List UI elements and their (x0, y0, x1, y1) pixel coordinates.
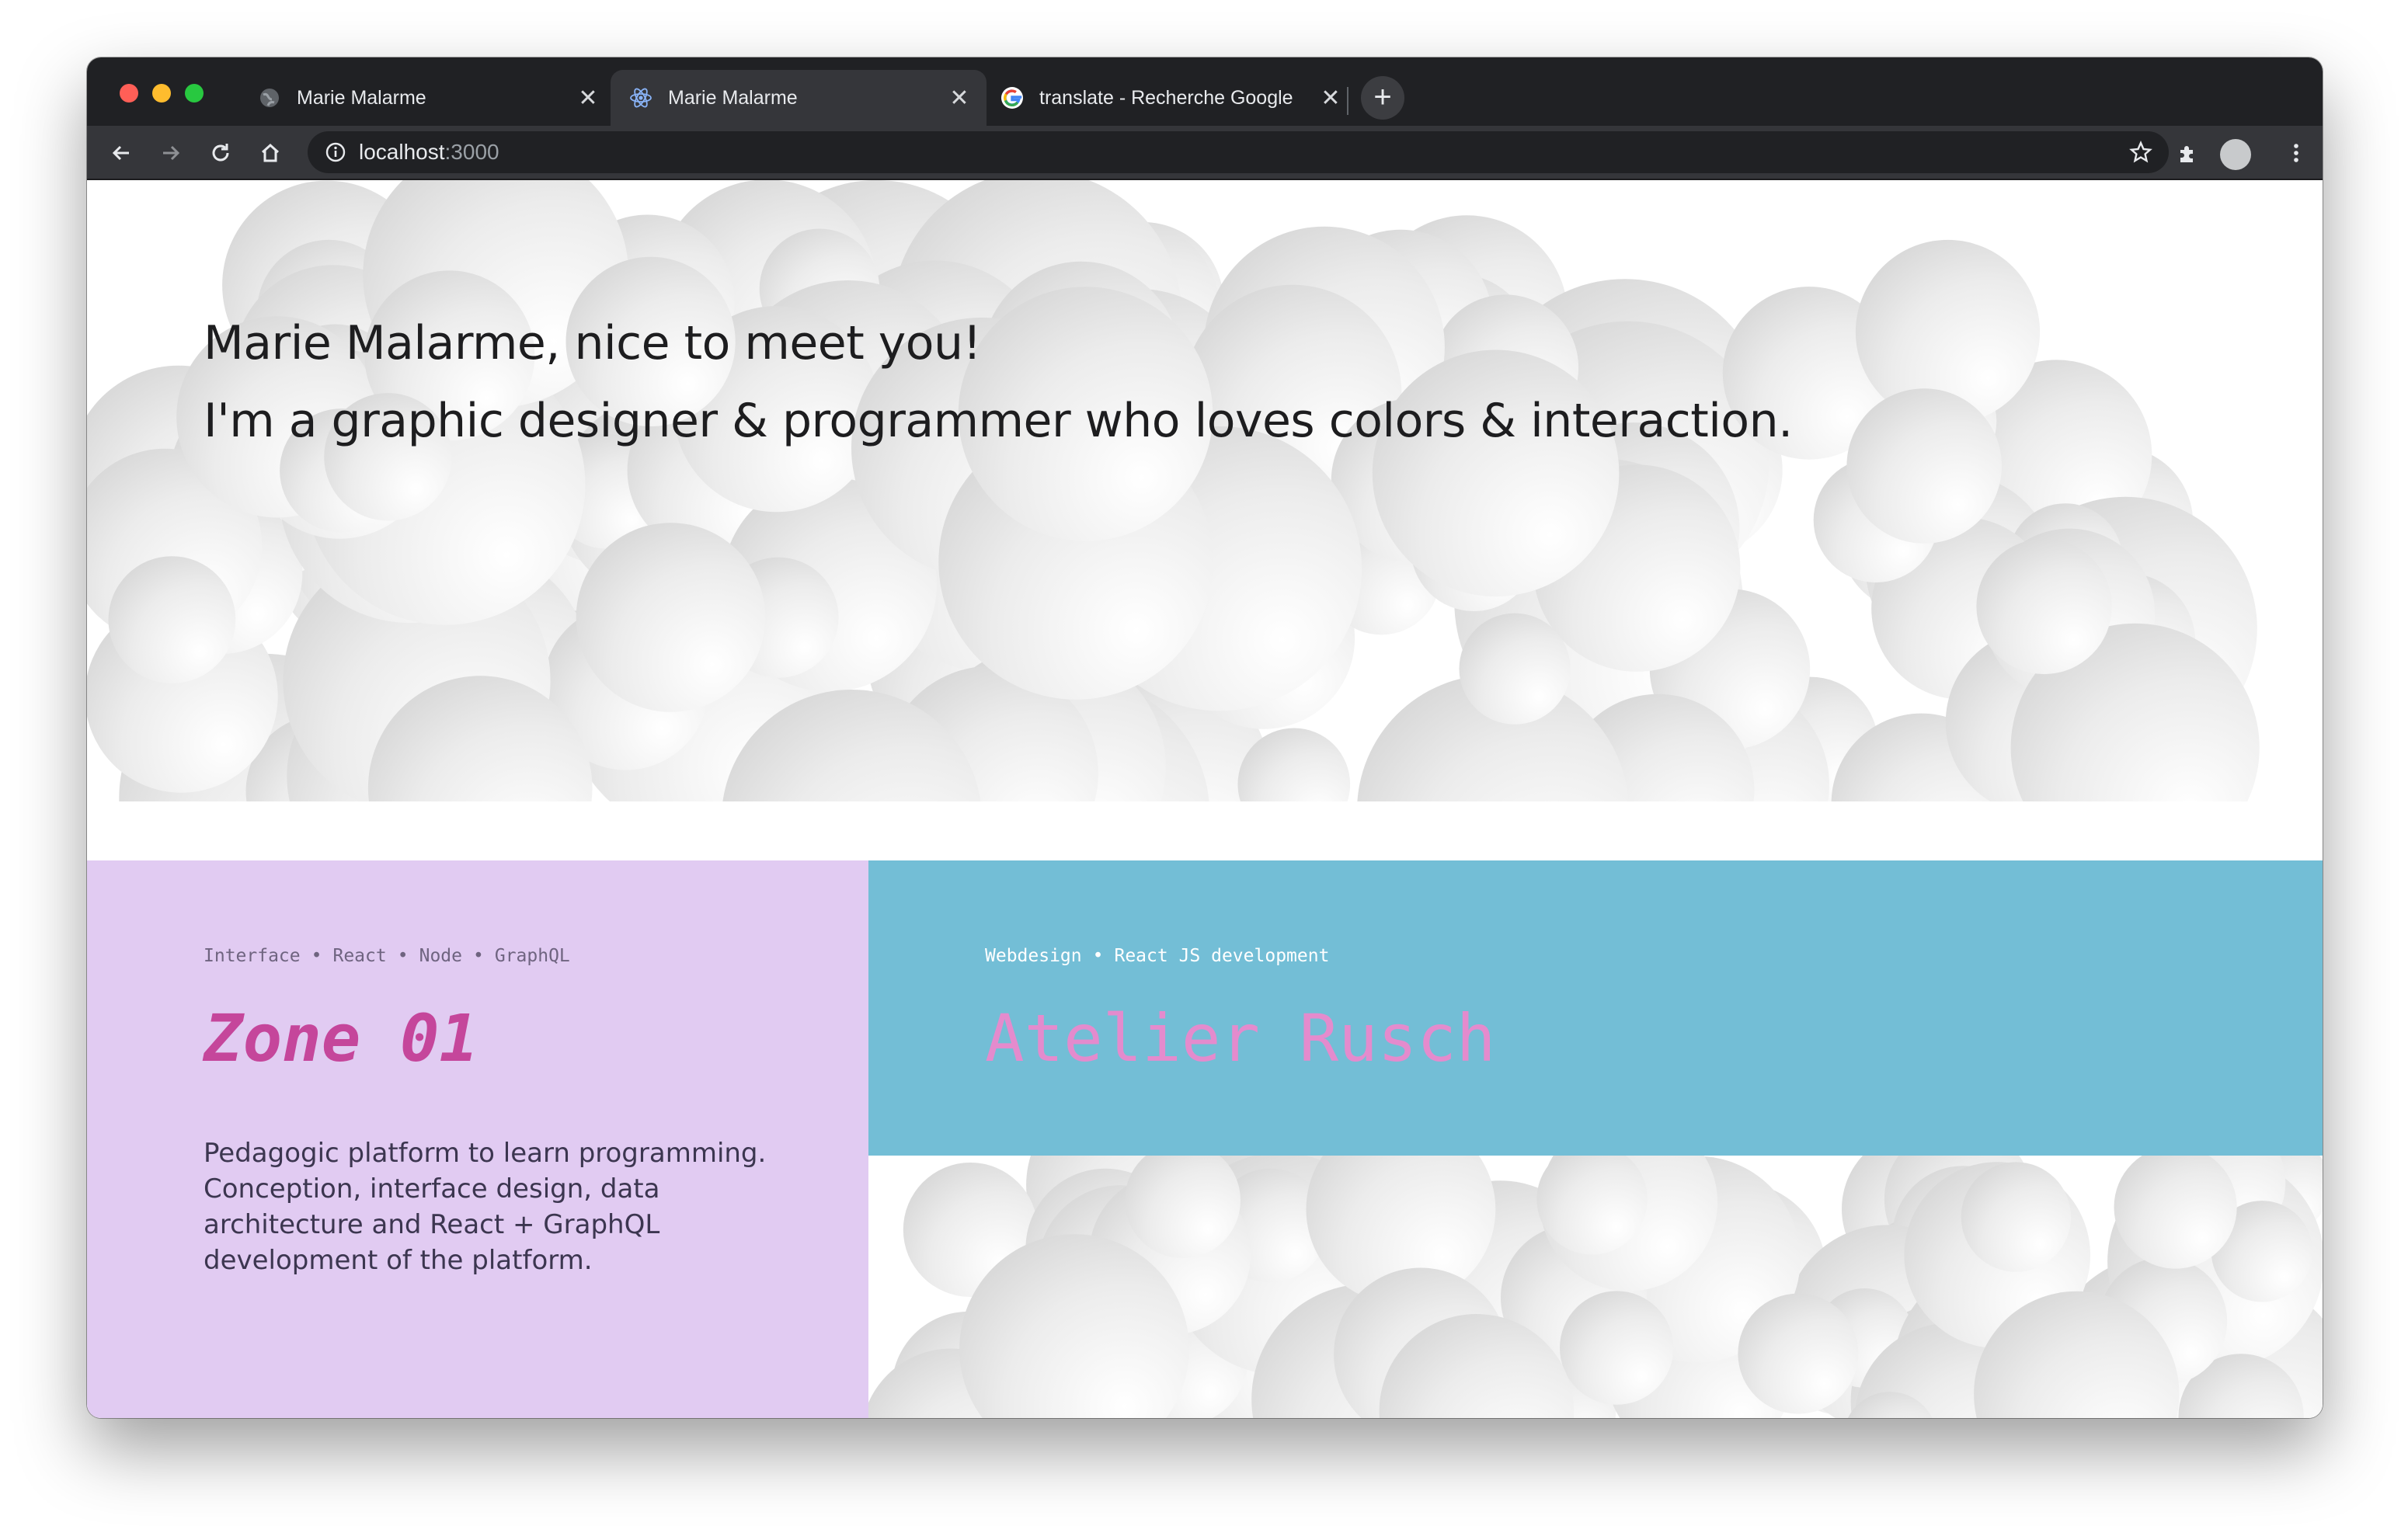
tag: GraphQL (494, 946, 570, 966)
star-icon[interactable] (2124, 135, 2158, 169)
tag: Interface (204, 946, 301, 966)
project-card-atelier-rusch[interactable]: Webdesign • React JS development Atelier R… (868, 860, 2323, 1156)
profile-avatar[interactable] (2220, 139, 2251, 170)
cloud-bubble (1738, 1293, 1859, 1414)
project-tags: Interface • React • Node • GraphQL (204, 946, 570, 966)
hero-greeting: Marie Malarme, nice to meet you! (204, 316, 982, 370)
minimize-window-button[interactable] (152, 84, 171, 103)
cloud-background-lower (868, 1156, 2323, 1418)
close-icon[interactable]: ✕ (948, 85, 971, 112)
info-icon[interactable] (322, 138, 350, 166)
tab-strip: Marie Malarme ✕ Marie Malarme ✕ translat… (87, 57, 2323, 126)
new-tab-button[interactable]: + (1361, 76, 1404, 120)
tab-marie-malarme-2[interactable]: Marie Malarme ✕ (611, 70, 987, 126)
maximize-window-button[interactable] (185, 84, 204, 103)
close-window-button[interactable] (120, 84, 138, 103)
reload-icon[interactable] (204, 136, 238, 170)
tag-separator: • (311, 946, 322, 966)
tab-marie-malarme-1[interactable]: Marie Malarme ✕ (239, 70, 615, 126)
url-host: localhost (359, 140, 445, 164)
back-icon[interactable] (104, 136, 138, 170)
cloud-bubble (576, 523, 766, 712)
project-title[interactable]: Atelier Rusch (985, 1000, 1495, 1076)
extensions-icon[interactable] (2170, 136, 2204, 170)
tag-separator: • (1092, 946, 1104, 966)
project-tags: Webdesign • React JS development (985, 946, 1329, 966)
tag-separator: • (397, 946, 409, 966)
tab-translate-google[interactable]: translate - Recherche Google ✕ (982, 70, 1358, 126)
hero-tagline: I'm a graphic designer & programmer who … (204, 394, 1793, 448)
home-icon[interactable] (253, 136, 287, 170)
menu-kebab-icon[interactable] (2279, 136, 2313, 170)
project-card-zone01[interactable]: Interface • React • Node • GraphQL Zone 01 Ped… (87, 860, 868, 1418)
url-port: :3000 (444, 140, 499, 164)
cloud-bubble (1846, 388, 2002, 544)
cloud-bubble (108, 556, 236, 683)
google-icon (1000, 86, 1024, 110)
tag: Node (419, 946, 462, 966)
close-icon[interactable]: ✕ (576, 85, 600, 112)
tab-title: Marie Malarme (297, 86, 426, 109)
cloud-bubble (1459, 613, 1571, 725)
tag: React JS development (1114, 946, 1330, 966)
browser-window: Marie Malarme ✕ Marie Malarme ✕ translat… (87, 57, 2323, 1418)
tag: Webdesign (985, 946, 1082, 966)
tab-title: translate - Recherche Google (1039, 86, 1293, 109)
globe-icon (258, 86, 281, 110)
web-page: Marie Malarme, nice to meet you! I'm a g… (87, 180, 2323, 1418)
project-description: Pedagogic platform to learn programming.… (204, 1138, 767, 1276)
cloud-bubble (1560, 1291, 1674, 1405)
tag-separator: • (472, 946, 484, 966)
cloud-bubble (1976, 538, 2112, 675)
react-icon (629, 86, 652, 110)
tab-title: Marie Malarme (668, 86, 798, 109)
tag: React (332, 946, 387, 966)
forward-icon[interactable] (154, 136, 188, 170)
cloud-bubble (1961, 1162, 2072, 1272)
hero-intro: Marie Malarme, nice to meet you! I'm a g… (204, 304, 1793, 460)
cloud-background (87, 180, 2260, 801)
browser-toolbar: localhost:3000 (87, 126, 2323, 180)
address-bar[interactable]: localhost:3000 (308, 131, 2169, 173)
tab-divider (1347, 87, 1348, 115)
project-title[interactable]: Zone 01 (204, 1000, 478, 1076)
close-icon[interactable]: ✕ (1319, 85, 1342, 112)
